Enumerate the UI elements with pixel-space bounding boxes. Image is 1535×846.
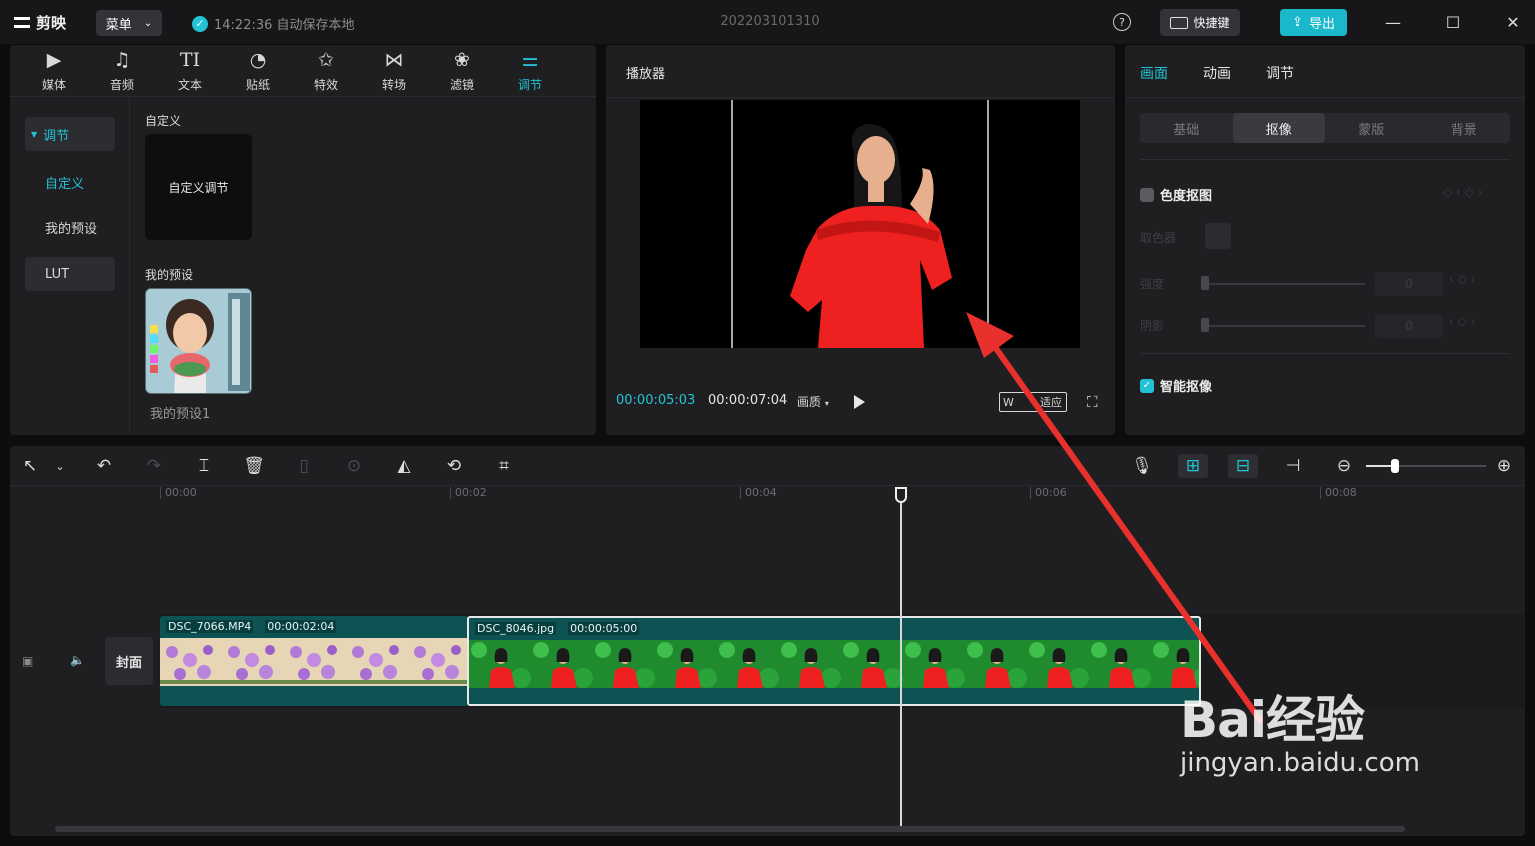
baidu-watermark: Bai经验 jingyan.baidu.com — [1180, 680, 1420, 778]
watermark-main: Bai经验 — [1180, 691, 1365, 749]
watermark-sub: jingyan.baidu.com — [1180, 748, 1420, 778]
